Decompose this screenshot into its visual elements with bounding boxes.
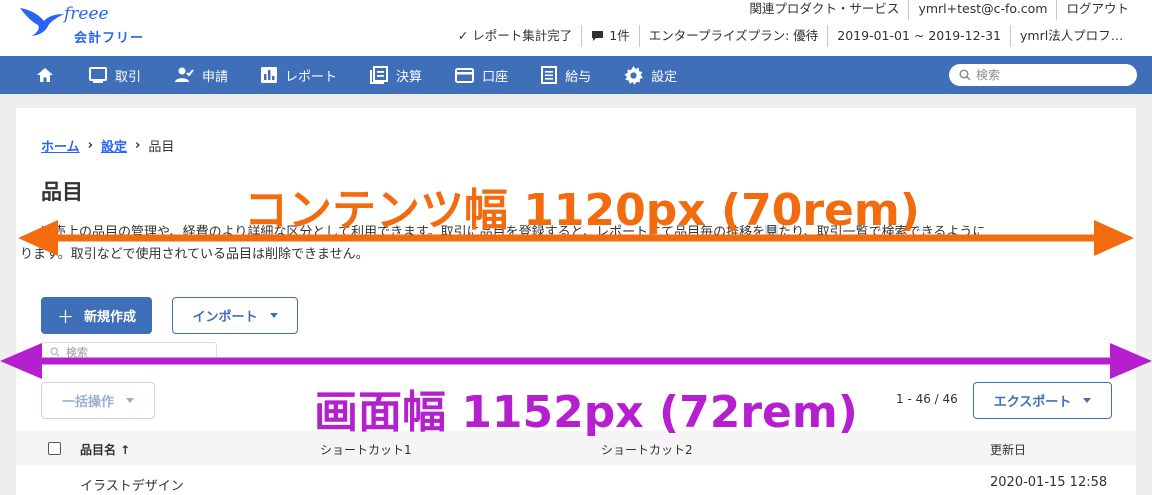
screen-width-arrow <box>0 343 1152 379</box>
content-width-label: コンテンツ幅 1120px (70rem) <box>244 185 920 236</box>
screen-width-label: 画面幅 1152px (72rem) <box>314 387 858 438</box>
